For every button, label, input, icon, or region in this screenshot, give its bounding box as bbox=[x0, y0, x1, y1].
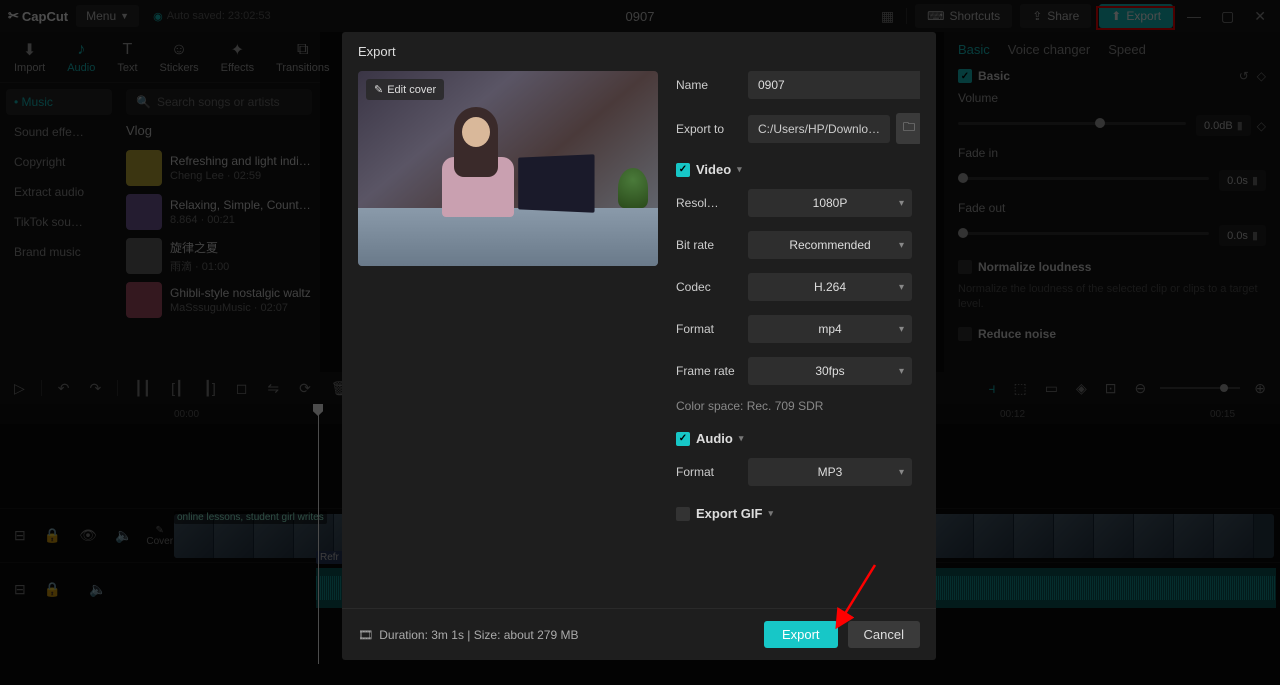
bitrate-select[interactable]: Recommended▾ bbox=[748, 231, 912, 259]
chevron-down-icon: ▾ bbox=[899, 324, 904, 335]
checkbox-icon: ✓ bbox=[676, 163, 690, 177]
bitrate-label: Bit rate bbox=[676, 238, 748, 252]
modal-title: Export bbox=[342, 32, 936, 71]
codec-select[interactable]: H.264▾ bbox=[748, 273, 912, 301]
gif-section-toggle[interactable]: ✓Export GIF▾ bbox=[676, 506, 912, 521]
caret-icon: ▾ bbox=[768, 508, 773, 519]
format-select[interactable]: mp4▾ bbox=[748, 315, 912, 343]
caret-icon: ▾ bbox=[737, 164, 742, 175]
chevron-down-icon: ▾ bbox=[899, 240, 904, 251]
framerate-label: Frame rate bbox=[676, 364, 748, 378]
browse-folder-button[interactable]: 🗀 bbox=[896, 113, 920, 144]
chevron-down-icon: ▾ bbox=[899, 198, 904, 209]
film-icon: 🎞 bbox=[358, 628, 373, 642]
name-label: Name bbox=[676, 78, 748, 92]
checkbox-icon: ✓ bbox=[676, 507, 690, 521]
export-modal: Export ✎Edit cover Name Export toC:/User… bbox=[342, 32, 936, 660]
audio-section-toggle[interactable]: ✓Audio▾ bbox=[676, 431, 912, 446]
caret-icon: ▾ bbox=[739, 433, 744, 444]
chevron-down-icon: ▾ bbox=[899, 467, 904, 478]
cover-preview: ✎Edit cover bbox=[358, 71, 658, 266]
format-label: Format bbox=[676, 322, 748, 336]
exportto-path: C:/Users/HP/Downlo… bbox=[748, 115, 890, 143]
pencil-icon: ✎ bbox=[374, 83, 383, 96]
folder-icon: 🗀 bbox=[903, 120, 915, 134]
exportto-label: Export to bbox=[676, 122, 748, 136]
resolution-select[interactable]: 1080P▾ bbox=[748, 189, 912, 217]
edit-cover-button[interactable]: ✎Edit cover bbox=[366, 79, 444, 100]
cancel-button[interactable]: Cancel bbox=[848, 621, 920, 648]
chevron-down-icon: ▾ bbox=[899, 282, 904, 293]
export-confirm-button[interactable]: Export bbox=[764, 621, 838, 648]
audio-format-select[interactable]: MP3▾ bbox=[748, 458, 912, 486]
video-section-toggle[interactable]: ✓Video▾ bbox=[676, 162, 912, 177]
export-size-info: 🎞Duration: 3m 1s | Size: about 279 MB bbox=[358, 628, 578, 642]
audio-format-label: Format bbox=[676, 465, 748, 479]
checkbox-icon: ✓ bbox=[676, 432, 690, 446]
codec-label: Codec bbox=[676, 280, 748, 294]
export-form: Name Export toC:/Users/HP/Downlo… 🗀 ✓Vide… bbox=[676, 71, 920, 608]
framerate-select[interactable]: 30fps▾ bbox=[748, 357, 912, 385]
resolution-label: Resol… bbox=[676, 196, 748, 210]
chevron-down-icon: ▾ bbox=[899, 366, 904, 377]
colorspace-info: Color space: Rec. 709 SDR bbox=[676, 399, 912, 413]
name-input[interactable] bbox=[748, 71, 920, 99]
